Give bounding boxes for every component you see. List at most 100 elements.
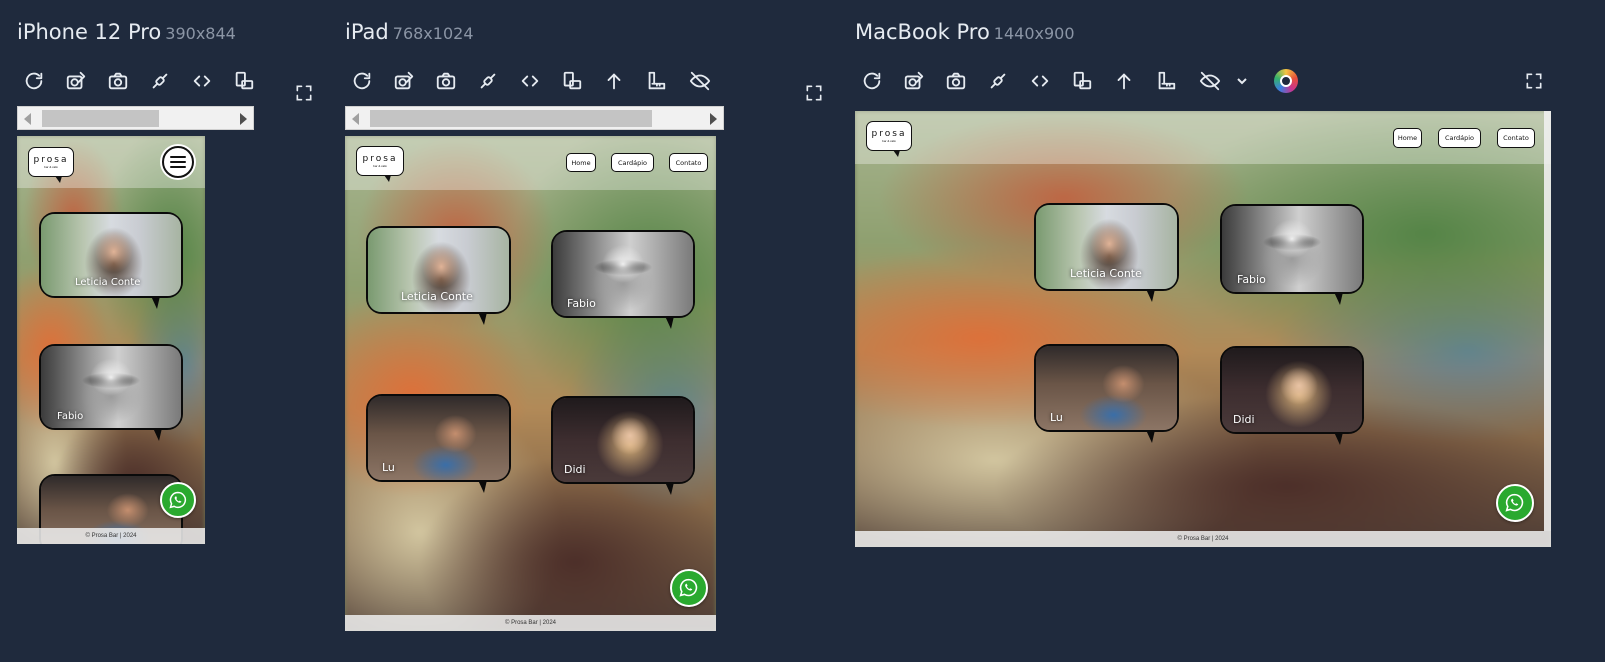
scrollbar-thumb[interactable]	[370, 110, 652, 127]
person-name: Leticia Conte	[401, 290, 473, 303]
device-dimensions: 1440x900	[993, 24, 1075, 43]
screenshot-edit-icon[interactable]	[383, 66, 425, 96]
scroll-left-icon[interactable]	[352, 113, 359, 125]
scrollbar-thumb[interactable]	[42, 110, 159, 127]
hide-icon[interactable]	[677, 66, 723, 96]
rotate-device-icon[interactable]	[223, 66, 265, 96]
horizontal-scrollbar[interactable]	[345, 106, 724, 130]
vertical-scrollbar[interactable]	[1544, 111, 1551, 531]
person-name: Fabio	[57, 411, 84, 422]
person-card-leticia[interactable]: Leticia Conte	[366, 226, 511, 325]
device-frame-macbook: prosa bar & café Home Cardápio Contato L…	[855, 111, 1551, 547]
logo-subtitle: bar & café	[44, 165, 58, 169]
rotate-device-icon[interactable]	[1061, 66, 1103, 96]
logo-word: prosa	[33, 155, 69, 165]
person-card-leticia[interactable]: Leticia Conte	[1034, 203, 1179, 302]
person-card-lu[interactable]: Lu	[366, 394, 511, 493]
bubble-tail	[1334, 432, 1343, 445]
bubble-tail	[1146, 430, 1155, 443]
nav-cardapio[interactable]: Cardápio	[611, 153, 654, 172]
device-title-ipad: iPad 768x1024	[345, 20, 474, 44]
bubble-tail	[1334, 292, 1343, 305]
refresh-icon[interactable]	[13, 66, 55, 96]
background-photo	[855, 111, 1551, 547]
device-dimensions: 768x1024	[392, 24, 474, 43]
toolbar-macbook	[851, 66, 1307, 96]
scroll-top-icon[interactable]	[593, 66, 635, 96]
logo-subtitle: bar & café	[882, 139, 896, 143]
nav-home[interactable]: Home	[566, 153, 596, 172]
logo-tail	[383, 175, 391, 182]
source-code-icon[interactable]	[509, 66, 551, 96]
device-name: MacBook Pro	[855, 20, 990, 44]
nav-contato[interactable]: Contato	[1497, 128, 1535, 148]
logo-word: prosa	[362, 154, 398, 164]
expand-icon[interactable]	[1521, 68, 1547, 94]
site-footer: © Prosa Bar | 2024	[17, 528, 205, 544]
scroll-top-icon[interactable]	[1103, 66, 1145, 96]
scroll-right-icon[interactable]	[240, 113, 247, 125]
logo-subtitle: bar & café	[373, 164, 387, 168]
chevron-down-icon[interactable]	[1233, 66, 1251, 96]
hide-icon[interactable]	[1187, 66, 1233, 96]
source-code-icon[interactable]	[181, 66, 223, 96]
logo[interactable]: prosa bar & café	[356, 146, 404, 182]
camera-icon[interactable]	[97, 66, 139, 96]
expand-icon[interactable]	[801, 80, 827, 106]
whatsapp-icon[interactable]	[1496, 484, 1534, 522]
camera-icon[interactable]	[935, 66, 977, 96]
person-card-lu[interactable]: Lu	[1034, 344, 1179, 443]
device-name: iPhone 12 Pro	[17, 20, 162, 44]
person-name: Lu	[382, 461, 395, 474]
person-name: Leticia Conte	[75, 277, 141, 288]
scroll-right-icon[interactable]	[710, 113, 717, 125]
whatsapp-icon[interactable]	[670, 569, 708, 607]
sync-scroll-icon[interactable]	[467, 66, 509, 96]
nav-contato[interactable]: Contato	[669, 153, 708, 172]
person-card-didi[interactable]: Didi	[1220, 346, 1364, 445]
person-card-fabio[interactable]: Fabio	[1220, 204, 1364, 305]
person-card-fabio[interactable]: Fabio	[39, 344, 183, 441]
person-card-didi[interactable]: Didi	[551, 396, 695, 495]
screenshot-edit-icon[interactable]	[893, 66, 935, 96]
person-name: Fabio	[1237, 273, 1266, 286]
device-frame-iphone: prosa bar & café Leticia Conte Fabio © P…	[17, 136, 205, 544]
color-picker-icon[interactable]	[1265, 66, 1307, 96]
horizontal-scrollbar[interactable]	[17, 106, 254, 130]
scroll-left-icon[interactable]	[24, 113, 31, 125]
device-dimensions: 390x844	[165, 24, 236, 43]
background-photo	[345, 136, 716, 631]
logo-tail	[892, 150, 900, 157]
logo[interactable]: prosa bar & café	[866, 121, 912, 157]
sync-scroll-icon[interactable]	[977, 66, 1019, 96]
person-card-leticia[interactable]: Leticia Conte	[39, 212, 183, 309]
footer-text: © Prosa Bar | 2024	[85, 533, 137, 539]
person-name: Lu	[1050, 411, 1063, 424]
logo-word: prosa	[871, 129, 907, 139]
whatsapp-icon[interactable]	[160, 482, 196, 518]
screenshot-edit-icon[interactable]	[55, 66, 97, 96]
ruler-icon[interactable]	[1145, 66, 1187, 96]
person-card-fabio[interactable]: Fabio	[551, 230, 695, 329]
person-name: Didi	[564, 463, 586, 476]
site-footer: © Prosa Bar | 2024	[345, 615, 716, 631]
refresh-icon[interactable]	[851, 66, 893, 96]
person-name: Didi	[1233, 413, 1255, 426]
menu-icon[interactable]	[162, 146, 194, 178]
bubble-tail	[478, 480, 487, 493]
sync-scroll-icon[interactable]	[139, 66, 181, 96]
camera-icon[interactable]	[425, 66, 467, 96]
ruler-icon[interactable]	[635, 66, 677, 96]
bubble-tail	[665, 482, 674, 495]
refresh-icon[interactable]	[341, 66, 383, 96]
expand-icon[interactable]	[291, 80, 317, 106]
toolbar-iphone	[13, 66, 265, 96]
logo[interactable]: prosa bar & café	[28, 147, 74, 183]
source-code-icon[interactable]	[1019, 66, 1061, 96]
bubble-tail	[153, 428, 162, 441]
logo-tail	[54, 176, 62, 183]
rotate-device-icon[interactable]	[551, 66, 593, 96]
footer-text: © Prosa Bar | 2024	[1177, 536, 1229, 542]
nav-cardapio[interactable]: Cardápio	[1438, 128, 1481, 148]
nav-home[interactable]: Home	[1393, 128, 1422, 148]
